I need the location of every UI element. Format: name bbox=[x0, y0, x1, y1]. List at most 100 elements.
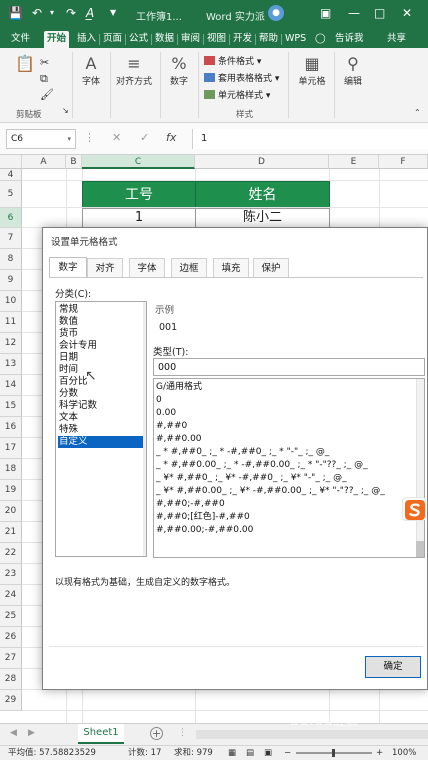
page-layout-view-icon[interactable]: ▤ bbox=[246, 746, 254, 760]
alignment-button[interactable]: ≡ 对齐方式 bbox=[114, 54, 154, 87]
paste-button[interactable]: 📋 bbox=[8, 54, 42, 74]
font-button[interactable]: A 字体 bbox=[76, 54, 106, 87]
tell-me-bulb-icon[interactable]: ◯ bbox=[312, 31, 329, 48]
add-sheet-icon[interactable]: + bbox=[150, 727, 163, 740]
tab-home[interactable]: 开始 bbox=[44, 31, 70, 48]
column-header[interactable]: E bbox=[329, 155, 379, 169]
row-header[interactable]: 18 bbox=[0, 459, 22, 480]
name-box[interactable]: C6 ▾ bbox=[6, 129, 76, 149]
insert-function-icon[interactable]: fx bbox=[166, 131, 176, 144]
row-header[interactable]: 25 bbox=[0, 606, 22, 627]
scroll-sheets-right-icon[interactable]: ▶ bbox=[28, 728, 35, 738]
editing-button[interactable]: ⚲ 编辑 bbox=[338, 54, 368, 87]
format-list-scrollbar[interactable] bbox=[416, 379, 424, 557]
format-code-item[interactable]: _ * #,##0_ ;_ * -#,##0_ ;_ * "-"_ ;_ @_ bbox=[156, 446, 406, 459]
format-code-item[interactable]: #,##0.00 bbox=[156, 433, 406, 446]
clipboard-launcher-icon[interactable]: ↘ bbox=[62, 106, 69, 115]
number-format-button[interactable]: % 数字 bbox=[164, 54, 194, 87]
category-list[interactable]: 常规 数值 货币 会计专用 日期 时间 百分比 分数 科学记数 文本 特殊 自定… bbox=[55, 301, 147, 557]
name-box-dropdown-icon[interactable]: ▾ bbox=[67, 130, 71, 148]
format-code-item[interactable]: #,##0;[红色]-#,##0 bbox=[156, 511, 406, 524]
page-break-view-icon[interactable]: ▣ bbox=[264, 746, 272, 760]
format-code-item[interactable]: 0 bbox=[156, 394, 406, 407]
zoom-level[interactable]: 100% bbox=[392, 746, 416, 760]
save-icon[interactable]: 💾 bbox=[8, 6, 23, 20]
column-header[interactable]: B bbox=[66, 155, 82, 169]
row-header[interactable]: 15 bbox=[0, 396, 22, 417]
ok-button[interactable]: 确定 bbox=[365, 656, 421, 678]
column-header[interactable]: C bbox=[82, 155, 195, 169]
row-header[interactable]: 23 bbox=[0, 564, 22, 585]
row-header[interactable]: 12 bbox=[0, 333, 22, 354]
tell-me-search[interactable]: 告诉我 bbox=[332, 31, 367, 48]
row-header[interactable]: 19 bbox=[0, 480, 22, 501]
format-code-item[interactable]: #,##0 bbox=[156, 420, 406, 433]
row-header[interactable]: 29 bbox=[0, 690, 22, 711]
dialog-tab-alignment[interactable]: 对齐 bbox=[87, 258, 123, 277]
format-code-item[interactable]: _ ¥* #,##0_ ;_ ¥* -#,##0_ ;_ ¥* "-"_ ;_ … bbox=[156, 472, 406, 485]
format-code-list[interactable]: G/通用格式 0 0.00 #,##0 #,##0.00 _ * #,##0_ … bbox=[153, 378, 425, 558]
dialog-tab-number[interactable]: 数字 bbox=[49, 257, 87, 278]
category-item[interactable]: 常规 bbox=[58, 304, 144, 316]
scroll-sheets-left-icon[interactable]: ◀ bbox=[10, 728, 17, 738]
input-method-badge[interactable] bbox=[402, 497, 426, 521]
table-format-button[interactable]: 套用表格格式 ▾ bbox=[204, 71, 279, 84]
row-header[interactable]: 16 bbox=[0, 417, 22, 438]
row-header[interactable]: 21 bbox=[0, 522, 22, 543]
row-header[interactable]: 14 bbox=[0, 375, 22, 396]
formula-input[interactable]: 1 bbox=[192, 129, 428, 149]
customize-toolbar-icon[interactable]: ▼ bbox=[110, 6, 116, 20]
category-item-selected[interactable]: 自定义 bbox=[58, 436, 144, 448]
cell-style-button[interactable]: 单元格样式 ▾ bbox=[204, 88, 270, 101]
category-item[interactable]: 数值 bbox=[58, 316, 144, 328]
type-input[interactable]: 000 bbox=[153, 358, 425, 376]
tab-insert[interactable]: 插入 bbox=[74, 31, 99, 48]
dialog-tab-border[interactable]: 边框 bbox=[171, 258, 207, 277]
zoom-slider-thumb[interactable] bbox=[332, 749, 335, 757]
close-icon[interactable]: ✕ bbox=[402, 6, 412, 20]
cut-icon[interactable]: ✂ bbox=[40, 56, 49, 69]
category-item[interactable]: 会计专用 bbox=[58, 340, 144, 352]
tab-wps[interactable]: WPS bbox=[282, 31, 309, 48]
share-button[interactable]: 共享 bbox=[384, 31, 409, 48]
category-scrollbar[interactable] bbox=[143, 302, 146, 556]
conditional-format-button[interactable]: 条件格式 ▾ bbox=[204, 54, 261, 67]
category-item[interactable]: 时间 bbox=[58, 364, 144, 376]
tab-developer[interactable]: 开发 bbox=[230, 31, 255, 48]
maximize-icon[interactable]: □ bbox=[374, 6, 385, 20]
tab-file[interactable]: 文件 bbox=[8, 31, 33, 48]
row-header[interactable]: 26 bbox=[0, 627, 22, 648]
header-cell-name[interactable]: 姓名 bbox=[195, 181, 330, 209]
category-item[interactable]: 百分比 bbox=[58, 376, 144, 388]
column-header[interactable]: D bbox=[195, 155, 329, 169]
sheet-tab-sheet1[interactable]: Sheet1 bbox=[78, 724, 124, 744]
dialog-tab-fill[interactable]: 填充 bbox=[213, 258, 249, 277]
tab-data[interactable]: 数据 bbox=[152, 31, 177, 48]
normal-view-icon[interactable]: ▦ bbox=[228, 746, 236, 760]
category-item[interactable]: 日期 bbox=[58, 352, 144, 364]
row-header[interactable]: 17 bbox=[0, 438, 22, 459]
row-header[interactable]: 7 bbox=[0, 228, 22, 249]
select-all-corner[interactable] bbox=[0, 155, 22, 169]
row-header[interactable]: 22 bbox=[0, 543, 22, 564]
format-code-item[interactable]: #,##0;-#,##0 bbox=[156, 498, 406, 511]
dialog-tab-font[interactable]: 字体 bbox=[129, 258, 165, 277]
tab-page-layout[interactable]: 页面 bbox=[100, 31, 125, 48]
column-header[interactable]: A bbox=[22, 155, 66, 169]
redo-icon[interactable]: ↷ bbox=[66, 6, 76, 20]
format-code-item[interactable]: G/通用格式 bbox=[156, 381, 406, 394]
column-header[interactable]: F bbox=[379, 155, 428, 169]
format-list-scroll-thumb[interactable] bbox=[416, 541, 424, 557]
category-item[interactable]: 特殊 bbox=[58, 424, 144, 436]
category-item[interactable]: 科学记数 bbox=[58, 400, 144, 412]
row-header[interactable]: 6 bbox=[0, 208, 22, 228]
confirm-entry-icon[interactable]: ✓ bbox=[140, 131, 149, 144]
header-cell-id[interactable]: 工号 bbox=[82, 181, 196, 209]
format-code-item[interactable]: _ * #,##0.00_ ;_ * -#,##0.00_ ;_ * "-"??… bbox=[156, 459, 406, 472]
cancel-entry-icon[interactable]: ✕ bbox=[112, 131, 121, 144]
row-header[interactable]: 8 bbox=[0, 249, 22, 270]
undo-icon[interactable]: ↶ bbox=[32, 6, 42, 20]
row-header[interactable]: 10 bbox=[0, 291, 22, 312]
copy-icon[interactable]: ⧉ bbox=[40, 72, 48, 86]
sheet-options-icon[interactable]: ⋮ bbox=[178, 728, 187, 738]
